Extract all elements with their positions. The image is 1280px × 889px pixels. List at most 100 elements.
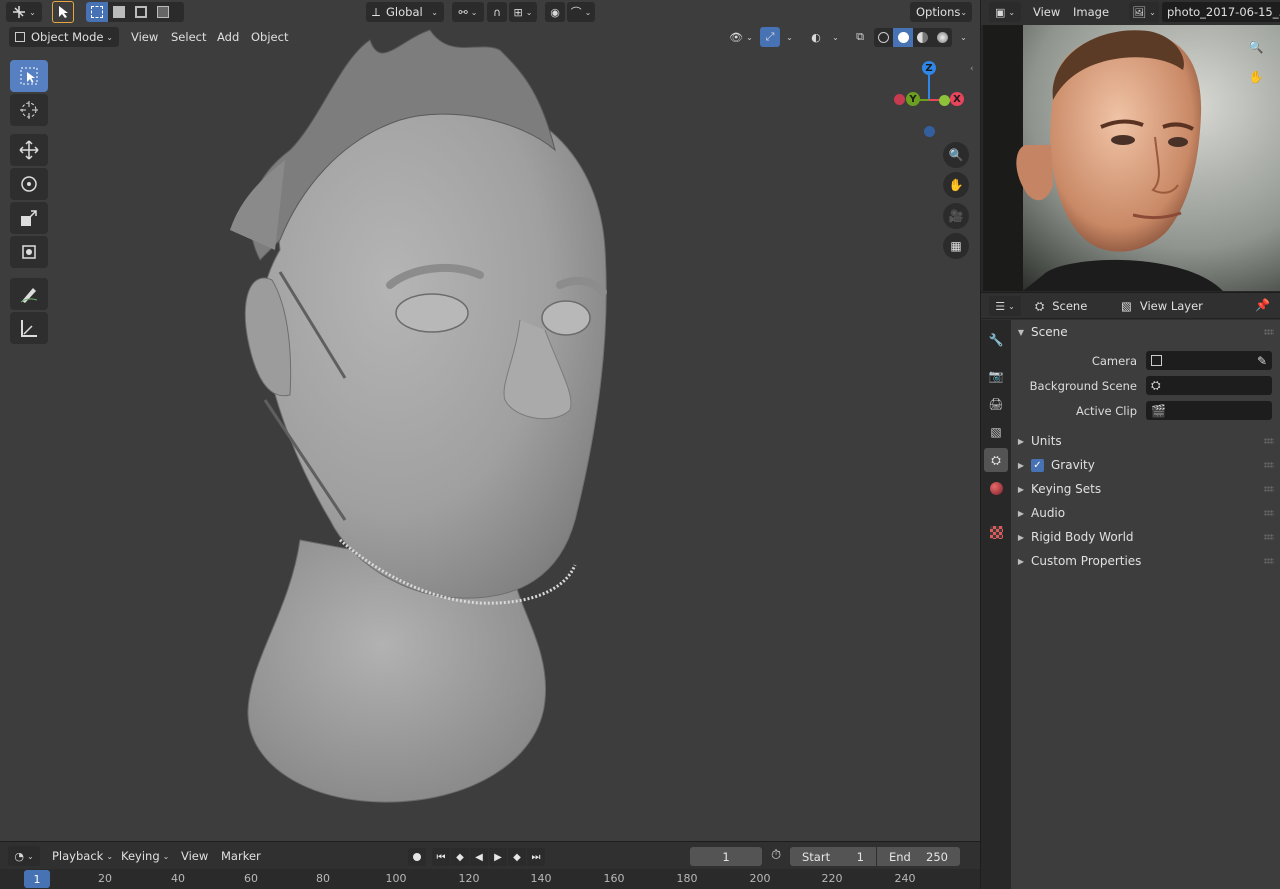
navigation-gizmo[interactable]: Z Y X: [890, 58, 970, 138]
menu-marker[interactable]: Marker: [221, 846, 261, 866]
drag-grip-icon[interactable]: [1264, 438, 1274, 444]
tab-world[interactable]: [984, 476, 1008, 500]
select-extend-icon[interactable]: [108, 2, 130, 22]
proportional-edit-toggle[interactable]: ◉: [545, 2, 565, 22]
timeline-editor-type-button[interactable]: ◔ ⌄: [8, 846, 40, 866]
wireframe-shading-icon[interactable]: [874, 28, 893, 47]
menu-view[interactable]: View: [131, 27, 158, 47]
image-zoom-button[interactable]: 🔍: [1243, 34, 1269, 60]
prev-keyframe-button[interactable]: ◆: [451, 848, 469, 866]
drag-grip-icon[interactable]: [1264, 486, 1274, 492]
gizmo-x-axis[interactable]: X: [950, 92, 964, 106]
snap-target-dropdown[interactable]: ⊞ ⌄: [509, 2, 537, 22]
next-keyframe-button[interactable]: ◆: [508, 848, 526, 866]
record-button[interactable]: [408, 848, 426, 866]
3d-viewport[interactable]: ⌄ ⟂ Global ⌄ ⚯ ⌄ ∩ ⊞ ⌄ ◉ ⌒ ⌄ Options ⌄ Object…: [0, 0, 980, 841]
tool-scale[interactable]: [10, 202, 48, 234]
image-pan-button[interactable]: ✋: [1243, 64, 1269, 90]
image-name-field[interactable]: photo_2017-06-15_...: [1162, 2, 1280, 22]
active-clip-field[interactable]: 🎬: [1146, 401, 1272, 420]
head-model[interactable]: [0, 0, 980, 841]
ortho-toggle-button[interactable]: ▦: [943, 233, 969, 259]
gizmo-z-axis[interactable]: Z: [922, 61, 936, 75]
select-intersect-icon[interactable]: [152, 2, 174, 22]
tool-annotate[interactable]: [10, 278, 48, 310]
select-new-icon[interactable]: [86, 2, 108, 22]
rigid-body-world-panel-header[interactable]: ▶ Rigid Body World: [1011, 525, 1280, 549]
image-browse-dropdown[interactable]: 🖼 ⌄: [1129, 2, 1159, 22]
zoom-button[interactable]: 🔍: [943, 142, 969, 168]
pin-icon[interactable]: 📌: [1255, 298, 1270, 312]
material-shading-icon[interactable]: [913, 28, 932, 47]
gravity-checkbox[interactable]: ✓: [1031, 458, 1044, 472]
tool-cursor[interactable]: [10, 94, 48, 126]
pivot-point-dropdown[interactable]: ⚯ ⌄: [452, 2, 484, 22]
keying-sets-panel-header[interactable]: ▶ Keying Sets: [1011, 477, 1280, 501]
jump-end-button[interactable]: ⏭: [527, 848, 545, 866]
menu-object[interactable]: Object: [251, 27, 288, 47]
menu-add[interactable]: Add: [217, 27, 239, 47]
drag-grip-icon[interactable]: [1264, 558, 1274, 564]
timeline-ruler[interactable]: 1 20 40 60 80 100 120 140 160 180 200 22…: [0, 869, 980, 889]
sidebar-toggle-arrow[interactable]: ‹: [970, 64, 980, 78]
tab-scene[interactable]: ⛭: [984, 448, 1008, 472]
custom-properties-panel-header[interactable]: ▶ Custom Properties: [1011, 549, 1280, 573]
menu-timeline-view[interactable]: View: [181, 846, 208, 866]
play-reverse-button[interactable]: ◀: [470, 848, 488, 866]
tab-texture[interactable]: [984, 520, 1008, 544]
jump-start-button[interactable]: ⏮: [432, 848, 450, 866]
visibility-dropdown[interactable]: 👁 ⌄: [726, 27, 756, 47]
gizmo-neg-x[interactable]: [894, 94, 905, 105]
eyedropper-icon[interactable]: ✎: [1257, 354, 1267, 368]
properties-editor-type-button[interactable]: ☰ ⌄: [989, 296, 1021, 316]
preview-range-icon[interactable]: ⏱: [771, 848, 781, 863]
drag-grip-icon[interactable]: [1264, 329, 1274, 335]
image-editor-type-button[interactable]: ▣ ⌄: [989, 2, 1021, 22]
select-tool-toggle[interactable]: [52, 1, 74, 23]
xray-toggle[interactable]: ⧉: [850, 27, 870, 47]
end-frame-field[interactable]: End 250: [877, 847, 960, 866]
rendered-shading-icon[interactable]: [932, 28, 952, 47]
tab-view-layer[interactable]: ▧: [984, 420, 1008, 444]
gizmo-neg-z[interactable]: [924, 126, 935, 137]
tool-rotate[interactable]: [10, 168, 48, 200]
mode-dropdown[interactable]: Object Mode ⌄: [9, 27, 119, 47]
tool-measure[interactable]: [10, 312, 48, 344]
menu-select[interactable]: Select: [171, 27, 206, 47]
play-button[interactable]: ▶: [489, 848, 507, 866]
editor-type-button[interactable]: ⌄: [6, 2, 42, 22]
scene-panel-header[interactable]: ▼ Scene: [1011, 320, 1280, 344]
reference-photo[interactable]: [983, 25, 1280, 291]
camera-field[interactable]: ✎: [1146, 351, 1272, 370]
drag-grip-icon[interactable]: [1264, 534, 1274, 540]
overlays-dropdown[interactable]: ⌄: [827, 27, 841, 47]
menu-keying[interactable]: Keying ⌄: [121, 846, 169, 866]
solid-shading-icon[interactable]: [893, 28, 913, 47]
start-frame-field[interactable]: Start 1: [790, 847, 876, 866]
tab-render[interactable]: 📷: [984, 364, 1008, 388]
units-panel-header[interactable]: ▶ Units: [1011, 429, 1280, 453]
tab-output[interactable]: 🖨: [984, 392, 1008, 416]
transform-orientation-dropdown[interactable]: ⟂ Global ⌄: [366, 2, 444, 22]
options-dropdown[interactable]: Options ⌄: [910, 2, 972, 22]
playhead-marker[interactable]: 1: [24, 870, 50, 888]
falloff-dropdown[interactable]: ⌒ ⌄: [567, 2, 595, 22]
tool-select-box[interactable]: [10, 60, 48, 92]
gizmo-y-axis[interactable]: Y: [906, 92, 920, 106]
tab-tool[interactable]: 🔧: [984, 328, 1008, 352]
overlays-toggle[interactable]: ◐: [806, 27, 826, 47]
image-menu-view[interactable]: View: [1033, 2, 1060, 22]
drag-grip-icon[interactable]: [1264, 510, 1274, 516]
background-scene-field[interactable]: ⛭: [1146, 376, 1272, 395]
pan-button[interactable]: ✋: [943, 172, 969, 198]
gizmo-toggle[interactable]: ⤢: [760, 27, 780, 47]
tool-move[interactable]: [10, 134, 48, 166]
gizmo-dropdown[interactable]: ⌄: [781, 27, 795, 47]
shading-dropdown[interactable]: ⌄: [954, 27, 970, 47]
drag-grip-icon[interactable]: [1264, 462, 1274, 468]
camera-view-button[interactable]: 🎥: [943, 203, 969, 229]
snap-toggle[interactable]: ∩: [487, 2, 507, 22]
tool-transform[interactable]: [10, 236, 48, 268]
gizmo-neg-y[interactable]: [939, 95, 950, 106]
menu-playback[interactable]: Playback ⌄: [52, 846, 113, 866]
